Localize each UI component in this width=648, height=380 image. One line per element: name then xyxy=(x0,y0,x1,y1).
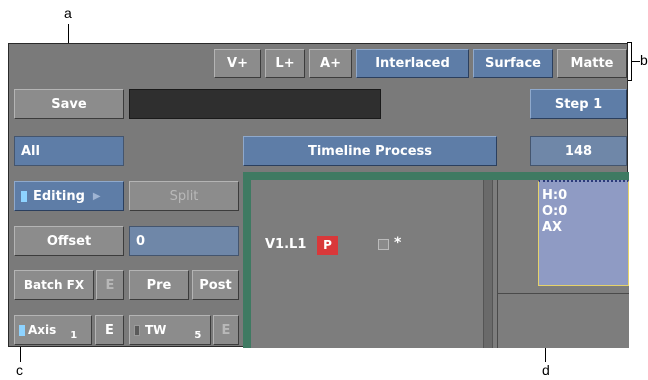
editing-panel: V+ L+ A+ Interlaced Surface Matte Save S… xyxy=(8,43,629,348)
all-selector[interactable]: All xyxy=(14,136,124,166)
tw-count: 5 xyxy=(194,329,202,341)
callout-label-c: c xyxy=(16,362,23,378)
split-button[interactable]: Split xyxy=(129,181,239,211)
schematic-area: V1.L1 P * H:0 O:0 AX xyxy=(243,172,629,348)
l-plus-button[interactable]: L+ xyxy=(265,49,305,78)
timeline-process-button[interactable]: Timeline Process xyxy=(243,136,497,166)
frame-number-field[interactable]: 148 xyxy=(530,136,627,166)
pre-button[interactable]: Pre xyxy=(129,270,189,300)
surface-button[interactable]: Surface xyxy=(473,49,553,78)
divider-line-horizontal xyxy=(497,293,629,294)
editing-label: Editing xyxy=(33,188,85,204)
node-o-value: O:0 xyxy=(542,204,568,219)
name-input[interactable] xyxy=(129,89,381,119)
offset-button[interactable]: Offset xyxy=(14,226,124,256)
step-button[interactable]: Step 1 xyxy=(530,89,627,119)
batch-fx-e-button[interactable]: E xyxy=(96,270,124,300)
save-button[interactable]: Save xyxy=(14,89,124,119)
priority-badge[interactable]: P xyxy=(317,236,338,255)
callout-label-b: b xyxy=(640,52,648,68)
axis-count: 1 xyxy=(70,329,78,341)
split-label: Split xyxy=(169,188,199,204)
batch-fx-e-label: E xyxy=(105,277,115,293)
v-plus-button[interactable]: V+ xyxy=(214,49,261,78)
splitter-bar[interactable] xyxy=(483,180,493,348)
tw-button[interactable]: TW 5 xyxy=(129,315,211,345)
a-plus-button[interactable]: A+ xyxy=(309,49,352,78)
editing-indicator-icon xyxy=(21,190,27,202)
axis-indicator-icon xyxy=(19,324,25,336)
callout-label-d: d xyxy=(542,362,550,378)
axis-e-button[interactable]: E xyxy=(95,315,124,345)
node-h-value: H:0 xyxy=(542,188,568,203)
node-box[interactable]: H:0 O:0 AX xyxy=(538,180,629,286)
tw-indicator-icon xyxy=(134,324,140,336)
tw-e-label: E xyxy=(221,322,231,338)
axis-label: Axis xyxy=(28,323,57,337)
callout-label-a: a xyxy=(64,5,72,21)
tw-e-button[interactable]: E xyxy=(213,315,239,345)
batch-fx-button[interactable]: Batch FX xyxy=(14,270,94,300)
track-area: V1.L1 P * H:0 O:0 AX xyxy=(251,180,629,348)
track-name: V1.L1 xyxy=(265,237,307,252)
track-star: * xyxy=(394,235,402,251)
divider-line xyxy=(497,180,498,348)
frame-number-value: 148 xyxy=(564,143,593,159)
offset-field[interactable]: 0 xyxy=(129,226,239,256)
expand-arrow-icon: ▶ xyxy=(92,190,101,202)
tw-label: TW xyxy=(145,323,167,337)
post-button[interactable]: Post xyxy=(192,270,239,300)
track-toggle-icon[interactable] xyxy=(378,239,389,250)
callout-bracket-b-tick xyxy=(631,61,640,62)
axis-button[interactable]: Axis 1 xyxy=(14,315,92,345)
interlaced-button[interactable]: Interlaced xyxy=(356,49,469,78)
editing-button[interactable]: Editing ▶ xyxy=(14,181,124,211)
matte-button[interactable]: Matte xyxy=(557,49,627,78)
node-ax-label: AX xyxy=(542,220,563,235)
